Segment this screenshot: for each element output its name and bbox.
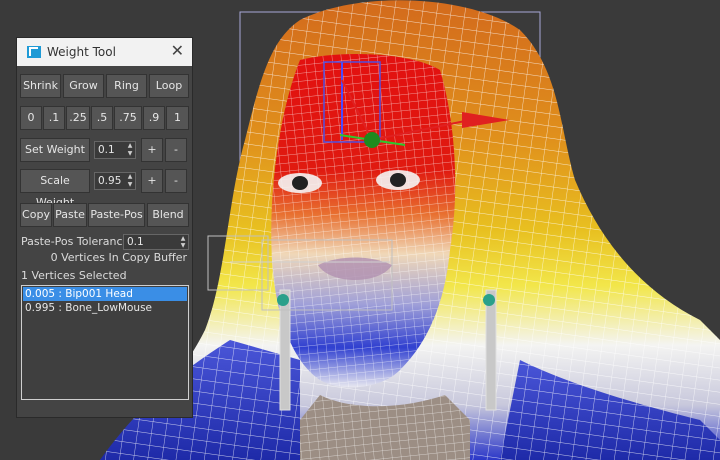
paste-pos-tolerance-label: Paste-Pos Tolerance bbox=[21, 235, 130, 248]
selected-vertices-status: 1 Vertices Selected bbox=[21, 269, 127, 282]
preset-0.9-button[interactable]: .9 bbox=[143, 106, 165, 130]
list-item[interactable]: 0.995 : Bone_LowMouse bbox=[23, 301, 187, 315]
preset-0.25-button[interactable]: .25 bbox=[66, 106, 90, 130]
spinner-arrows-icon[interactable]: ▲ ▼ bbox=[126, 173, 134, 189]
paste-pos-tolerance-value: 0.1 bbox=[127, 236, 144, 248]
window-title: Weight Tool bbox=[47, 45, 116, 59]
3dsmax-logo-icon bbox=[27, 46, 41, 58]
paste-pos-tolerance-spinner[interactable]: 0.1 ▲ ▼ bbox=[123, 234, 189, 250]
set-weight-value: 0.1 bbox=[98, 144, 115, 156]
close-icon[interactable]: ✕ bbox=[171, 42, 184, 60]
blend-button[interactable]: Blend bbox=[147, 203, 189, 227]
paste-pos-button[interactable]: Paste-Pos bbox=[88, 203, 145, 227]
scale-weight-spinner[interactable]: 0.95 ▲ ▼ bbox=[94, 172, 136, 190]
bone-weights-list[interactable]: 0.005 : Bip001 Head 0.995 : Bone_LowMous… bbox=[21, 285, 189, 400]
scale-weight-button[interactable]: Scale Weight bbox=[20, 169, 90, 209]
copy-button[interactable]: Copy bbox=[20, 203, 52, 227]
spinner-arrows-icon[interactable]: ▲ ▼ bbox=[126, 142, 134, 158]
preset-0.75-button[interactable]: .75 bbox=[114, 106, 142, 130]
set-weight-minus-button[interactable]: - bbox=[165, 138, 187, 162]
grow-button[interactable]: Grow bbox=[63, 74, 104, 98]
ring-button[interactable]: Ring bbox=[106, 74, 147, 98]
preset-1-button[interactable]: 1 bbox=[166, 106, 189, 130]
paste-button[interactable]: Paste bbox=[53, 203, 87, 227]
preset-0.1-button[interactable]: .1 bbox=[43, 106, 65, 130]
scale-weight-value: 0.95 bbox=[98, 175, 122, 187]
set-weight-spinner[interactable]: 0.1 ▲ ▼ bbox=[94, 141, 136, 159]
title-bar[interactable]: Weight Tool ✕ bbox=[17, 38, 192, 66]
weight-tool-panel: Weight Tool ✕ Shrink Grow Ring Loop 0 .1… bbox=[16, 37, 193, 418]
loop-button[interactable]: Loop bbox=[149, 74, 189, 98]
shrink-button[interactable]: Shrink bbox=[20, 74, 61, 98]
spinner-arrows-icon[interactable]: ▲ ▼ bbox=[179, 235, 187, 249]
set-weight-button[interactable]: Set Weight bbox=[20, 138, 90, 162]
set-weight-plus-button[interactable]: + bbox=[141, 138, 163, 162]
list-item[interactable]: 0.005 : Bip001 Head bbox=[23, 287, 187, 301]
preset-0.5-button[interactable]: .5 bbox=[91, 106, 113, 130]
scale-weight-plus-button[interactable]: + bbox=[141, 169, 163, 193]
preset-0-button[interactable]: 0 bbox=[20, 106, 42, 130]
scale-weight-minus-button[interactable]: - bbox=[165, 169, 187, 193]
copy-buffer-status: 0 Vertices In Copy Buffer bbox=[50, 251, 187, 264]
